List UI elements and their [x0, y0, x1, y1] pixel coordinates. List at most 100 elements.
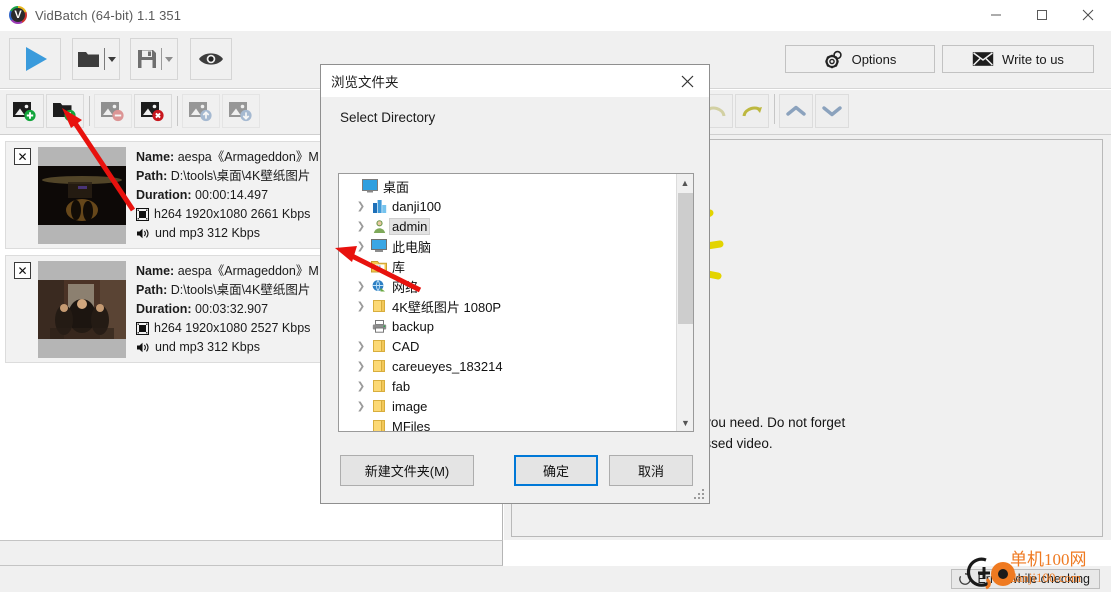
- resize-grip[interactable]: [694, 489, 706, 501]
- scroll-down-button[interactable]: ▼: [677, 414, 693, 431]
- options-button[interactable]: Options: [785, 45, 935, 73]
- divider: [89, 96, 90, 126]
- task-thumbnail: [38, 147, 126, 244]
- tree-item-admin[interactable]: ❯ admin: [339, 216, 677, 236]
- task-duration-label: Duration:: [136, 302, 192, 316]
- cancel-button[interactable]: 取消: [609, 455, 693, 486]
- envelope-icon: [972, 52, 994, 66]
- write-to-us-button[interactable]: Write to us: [942, 45, 1094, 73]
- save-button[interactable]: [130, 38, 178, 80]
- tree-item-label: 库: [392, 259, 406, 275]
- add-folder-button[interactable]: [46, 94, 84, 128]
- tree-scrollbar[interactable]: ▲ ▼: [676, 174, 693, 431]
- tree-item-mfiles[interactable]: MFiles: [339, 416, 677, 431]
- tree-item-label: 网络: [392, 279, 419, 295]
- chevron-right-icon[interactable]: ❯: [353, 241, 369, 252]
- dialog-close-button[interactable]: [665, 65, 709, 97]
- ok-button[interactable]: 确定: [514, 455, 598, 486]
- tree-item-cad[interactable]: ❯ CAD: [339, 336, 677, 356]
- speaker-icon: [136, 227, 150, 240]
- task-path-value: D:\tools\桌面\4K壁纸图片: [170, 283, 311, 297]
- task-name-label: Name:: [136, 150, 175, 164]
- tree-item-backup[interactable]: backup: [339, 316, 677, 336]
- scrollbar-thumb[interactable]: [678, 193, 693, 324]
- task-video-value: h264 1920x1080 2527 Kbps: [154, 321, 311, 335]
- folder-icon: [369, 379, 389, 393]
- tree-item-network[interactable]: ❯ 网络: [339, 276, 677, 296]
- open-file-button[interactable]: [72, 38, 120, 80]
- folder-icon: [369, 359, 389, 373]
- task-down-button[interactable]: [815, 94, 849, 128]
- redo-button[interactable]: [735, 94, 769, 128]
- dialog-prompt: Select Directory: [340, 110, 436, 125]
- new-folder-button[interactable]: 新建文件夹(M): [340, 455, 474, 486]
- chevron-down-icon[interactable]: [107, 56, 116, 62]
- image-remove-icon: [101, 102, 124, 122]
- remove-button: [94, 94, 132, 128]
- chevron-right-icon[interactable]: ❯: [353, 341, 369, 352]
- image-up-icon: [189, 102, 212, 122]
- status-text: Error while checking: [977, 572, 1090, 586]
- task-duration-label: Duration:: [136, 188, 192, 202]
- task-video-value: h264 1920x1080 2661 Kbps: [154, 207, 311, 221]
- speaker-icon: [136, 341, 150, 354]
- image-delete-icon: [141, 102, 164, 122]
- save-icon: [137, 50, 156, 68]
- task-duration-value: 00:03:32.907: [195, 302, 269, 316]
- scroll-up-button[interactable]: ▲: [677, 174, 693, 191]
- tree-item-image[interactable]: ❯ image: [339, 396, 677, 416]
- browse-folder-dialog[interactable]: 浏览文件夹 Select Directory 桌面 ❯ danji100 ❯ a…: [320, 64, 710, 504]
- tree-item-label: MFiles: [392, 418, 431, 432]
- tree-item-careueyes[interactable]: ❯ careueyes_183214: [339, 356, 677, 376]
- remove-task-button[interactable]: ✕: [14, 262, 31, 279]
- directory-tree[interactable]: 桌面 ❯ danji100 ❯ admin ❯ 此电脑 库 ❯ 网络 ❯ 4K壁…: [338, 173, 694, 432]
- task-up-button[interactable]: [779, 94, 813, 128]
- tree-item-fab[interactable]: ❯ fab: [339, 376, 677, 396]
- chevron-right-icon[interactable]: ❯: [353, 201, 369, 212]
- chevron-right-icon[interactable]: ❯: [353, 301, 369, 312]
- options-label: Options: [851, 51, 897, 67]
- chevron-right-icon[interactable]: ❯: [353, 401, 369, 412]
- chevron-right-icon[interactable]: ❯: [353, 381, 369, 392]
- desktop-icon: [360, 179, 380, 193]
- chevron-right-icon[interactable]: ❯: [353, 221, 369, 232]
- image-down-icon: [229, 102, 252, 122]
- divider: [160, 48, 162, 70]
- redo-arrow-icon: [742, 106, 762, 117]
- preview-button[interactable]: [190, 38, 232, 80]
- chevron-right-icon[interactable]: ❯: [353, 361, 369, 372]
- status-badge[interactable]: Error while checking: [951, 569, 1100, 589]
- chevron-right-icon[interactable]: ❯: [353, 281, 369, 292]
- delete-button[interactable]: [134, 94, 172, 128]
- status-bar: Error while checking: [0, 566, 1111, 592]
- tree-item-library[interactable]: 库: [339, 256, 677, 276]
- open-folder-icon: [77, 52, 99, 67]
- add-file-button[interactable]: [6, 94, 44, 128]
- tree-item-danji100[interactable]: ❯ danji100: [339, 196, 677, 216]
- chevron-down-icon[interactable]: [164, 56, 173, 62]
- window-controls: [973, 0, 1111, 31]
- tree-item-this-pc[interactable]: ❯ 此电脑: [339, 236, 677, 256]
- minimize-button[interactable]: [973, 0, 1019, 31]
- folder-icon: [369, 339, 389, 353]
- tree-item-desktop[interactable]: 桌面: [339, 176, 677, 196]
- close-button[interactable]: [1065, 0, 1111, 31]
- tree-item-4k-wallpaper[interactable]: ❯ 4K壁纸图片 1080P: [339, 296, 677, 316]
- tree-item-label: admin: [389, 217, 431, 235]
- run-button[interactable]: [9, 38, 61, 80]
- spinner-icon: [959, 573, 972, 585]
- folder-icon: [369, 299, 389, 313]
- play-icon: [26, 47, 47, 71]
- tree-item-label: backup: [392, 318, 434, 334]
- directory-tree-list[interactable]: 桌面 ❯ danji100 ❯ admin ❯ 此电脑 库 ❯ 网络 ❯ 4K壁…: [339, 174, 677, 431]
- gear-icon: [824, 50, 842, 68]
- remove-task-button[interactable]: ✕: [14, 148, 31, 165]
- chevron-up-icon: [786, 105, 806, 116]
- task-name-value: aespa《Armageddon》M: [177, 150, 319, 164]
- image-add-icon: [13, 102, 36, 122]
- maximize-button[interactable]: [1019, 0, 1065, 31]
- task-audio-value: und mp3 312 Kbps: [155, 340, 260, 354]
- library-icon: [369, 259, 389, 273]
- folder-add-icon: [53, 103, 76, 122]
- task-path-value: D:\tools\桌面\4K壁纸图片: [170, 169, 311, 183]
